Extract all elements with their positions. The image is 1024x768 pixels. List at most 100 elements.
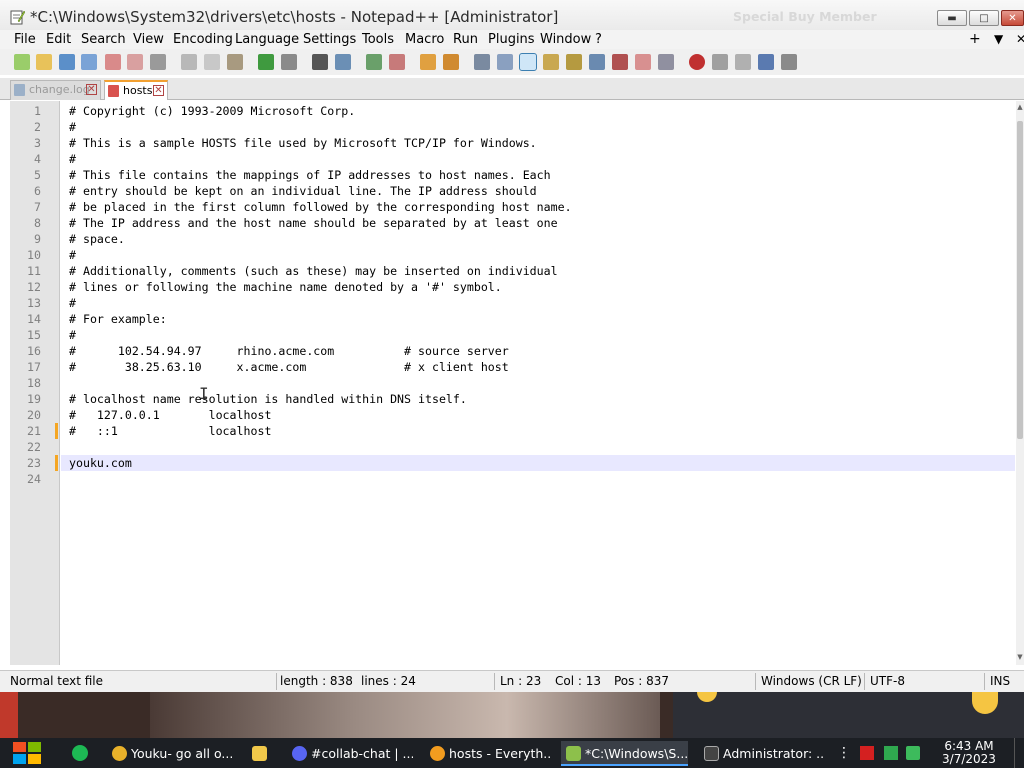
undo-icon[interactable] bbox=[258, 54, 274, 70]
line-number[interactable]: 5 bbox=[10, 167, 41, 183]
editor[interactable]: 1 2 3 4 5 6 7 8 9 10 11 12 13 14 15 16 17 18 19 20 21 22 23 24 … bbox=[10, 101, 1018, 665]
taskbar-everything[interactable]: hosts - Everyth... bbox=[425, 741, 551, 766]
line-number[interactable]: 4 bbox=[10, 151, 41, 167]
code-line[interactable] bbox=[61, 375, 69, 391]
record-macro-icon[interactable] bbox=[689, 54, 705, 70]
menu-search[interactable]: Search bbox=[81, 32, 126, 47]
folder-as-workspace-icon[interactable] bbox=[612, 54, 628, 70]
line-number[interactable]: 17 bbox=[10, 359, 41, 375]
tab-close-icon[interactable]: ✕ bbox=[153, 85, 164, 96]
clock[interactable]: 6:43 AM 3/7/2023 bbox=[934, 740, 1004, 766]
code-line[interactable]: # space. bbox=[61, 231, 125, 247]
code-line[interactable]: # 102.54.94.97 rhino.acme.com # source s… bbox=[61, 343, 509, 359]
menu-settings[interactable]: Settings bbox=[303, 32, 356, 47]
close-document-icon[interactable]: ✕ bbox=[1016, 32, 1024, 46]
word-wrap-icon[interactable] bbox=[474, 54, 490, 70]
line-number[interactable]: 12 bbox=[10, 279, 41, 295]
menu-window[interactable]: Window bbox=[540, 32, 591, 47]
taskbar-chrome[interactable]: Youku- go all o... bbox=[107, 741, 233, 766]
menu-help[interactable]: ? bbox=[595, 32, 602, 47]
code-line[interactable]: # Copyright (c) 1993-2009 Microsoft Corp… bbox=[61, 103, 355, 119]
more-options-icon[interactable]: ⋮ bbox=[837, 746, 851, 760]
line-number[interactable]: 14 bbox=[10, 311, 41, 327]
line-number-gutter[interactable]: 1 2 3 4 5 6 7 8 9 10 11 12 13 14 15 16 17 18 19 20 21 22 23 24 bbox=[10, 101, 60, 665]
close-all-icon[interactable] bbox=[127, 54, 143, 70]
line-number[interactable]: 21 bbox=[10, 423, 41, 439]
save-icon[interactable] bbox=[59, 54, 75, 70]
line-number[interactable]: 8 bbox=[10, 215, 41, 231]
line-number[interactable]: 9 bbox=[10, 231, 41, 247]
cut-icon[interactable] bbox=[181, 54, 197, 70]
run-macro-multiple-icon[interactable] bbox=[758, 54, 774, 70]
menu-macro[interactable]: Macro bbox=[405, 32, 444, 47]
code-line[interactable]: # This file contains the mappings of IP … bbox=[61, 167, 551, 183]
taskbar-file-explorer[interactable] bbox=[247, 741, 277, 766]
line-number[interactable]: 10 bbox=[10, 247, 41, 263]
open-file-icon[interactable] bbox=[36, 54, 52, 70]
text-area[interactable]: # Copyright (c) 1993-2009 Microsoft Corp… bbox=[61, 101, 1015, 665]
play-macro-icon[interactable] bbox=[735, 54, 751, 70]
code-line[interactable]: # For example: bbox=[61, 311, 167, 327]
user-language-icon[interactable] bbox=[543, 54, 559, 70]
save-macro-icon[interactable] bbox=[781, 54, 797, 70]
menu-language[interactable]: Language bbox=[235, 32, 299, 47]
line-number[interactable]: 7 bbox=[10, 199, 41, 215]
code-line[interactable]: # entry should be kept on an individual … bbox=[61, 183, 537, 199]
line-number[interactable]: 20 bbox=[10, 407, 41, 423]
scroll-up-icon[interactable]: ▲ bbox=[1016, 103, 1024, 111]
function-list-icon[interactable] bbox=[589, 54, 605, 70]
show-all-chars-icon[interactable] bbox=[497, 54, 513, 70]
menu-tools[interactable]: Tools bbox=[362, 32, 394, 47]
indent-guide-icon[interactable] bbox=[519, 53, 537, 71]
windows-start-icon[interactable] bbox=[10, 738, 44, 768]
taskbar-cmd[interactable]: Administrator: ... bbox=[699, 741, 825, 766]
code-line[interactable]: # bbox=[61, 247, 76, 263]
line-number[interactable]: 16 bbox=[10, 343, 41, 359]
line-number[interactable]: 13 bbox=[10, 295, 41, 311]
menu-run[interactable]: Run bbox=[453, 32, 478, 47]
zoom-out-icon[interactable] bbox=[389, 54, 405, 70]
copy-icon[interactable] bbox=[204, 54, 220, 70]
maximize-button[interactable]: □ bbox=[969, 10, 999, 26]
monitoring-icon[interactable] bbox=[635, 54, 651, 70]
code-line[interactable]: # The IP address and the host name shoul… bbox=[61, 215, 558, 231]
encoding[interactable]: UTF-8 bbox=[870, 674, 905, 688]
code-line[interactable]: # bbox=[61, 151, 76, 167]
insert-mode[interactable]: INS bbox=[990, 674, 1010, 688]
line-number[interactable]: 2 bbox=[10, 119, 41, 135]
line-number[interactable]: 11 bbox=[10, 263, 41, 279]
code-line[interactable]: # bbox=[61, 119, 76, 135]
network-icon[interactable] bbox=[884, 746, 898, 760]
spotify-icon[interactable] bbox=[72, 745, 88, 761]
minimize-button[interactable]: ▬ bbox=[937, 10, 967, 26]
save-all-icon[interactable] bbox=[81, 54, 97, 70]
menu-plugins[interactable]: Plugins bbox=[488, 32, 535, 47]
tab-hosts[interactable]: hosts ✕ bbox=[104, 80, 168, 100]
line-number[interactable]: 15 bbox=[10, 327, 41, 343]
find-icon[interactable] bbox=[312, 54, 328, 70]
line-number[interactable]: 6 bbox=[10, 183, 41, 199]
print-icon[interactable] bbox=[150, 54, 166, 70]
new-tab-plus-icon[interactable]: + bbox=[969, 31, 981, 47]
volume-icon[interactable] bbox=[906, 746, 920, 760]
code-line[interactable]: youku.com bbox=[61, 455, 1015, 471]
code-line[interactable] bbox=[61, 439, 69, 455]
scroll-down-icon[interactable]: ▼ bbox=[1016, 653, 1024, 661]
code-line[interactable]: # localhost name resolution is handled w… bbox=[61, 391, 467, 407]
menu-encoding[interactable]: Encoding bbox=[173, 32, 233, 47]
code-line[interactable]: # 127.0.0.1 localhost bbox=[61, 407, 271, 423]
line-number[interactable]: 23 bbox=[10, 455, 41, 471]
line-number[interactable]: 19 bbox=[10, 391, 41, 407]
sync-horizontal-icon[interactable] bbox=[443, 54, 459, 70]
close-button[interactable]: ✕ bbox=[1001, 10, 1024, 26]
code-line[interactable]: # lines or following the machine name de… bbox=[61, 279, 502, 295]
redo-icon[interactable] bbox=[281, 54, 297, 70]
flag-icon[interactable] bbox=[860, 746, 874, 760]
new-file-icon[interactable] bbox=[14, 54, 30, 70]
vertical-scrollbar[interactable]: ▲ ▼ bbox=[1016, 101, 1024, 665]
code-line[interactable]: # This is a sample HOSTS file used by Mi… bbox=[61, 135, 537, 151]
line-number[interactable]: 3 bbox=[10, 135, 41, 151]
tab-close-icon[interactable]: ✕ bbox=[86, 84, 97, 95]
menu-view[interactable]: View bbox=[133, 32, 164, 47]
line-number[interactable]: 22 bbox=[10, 439, 41, 455]
